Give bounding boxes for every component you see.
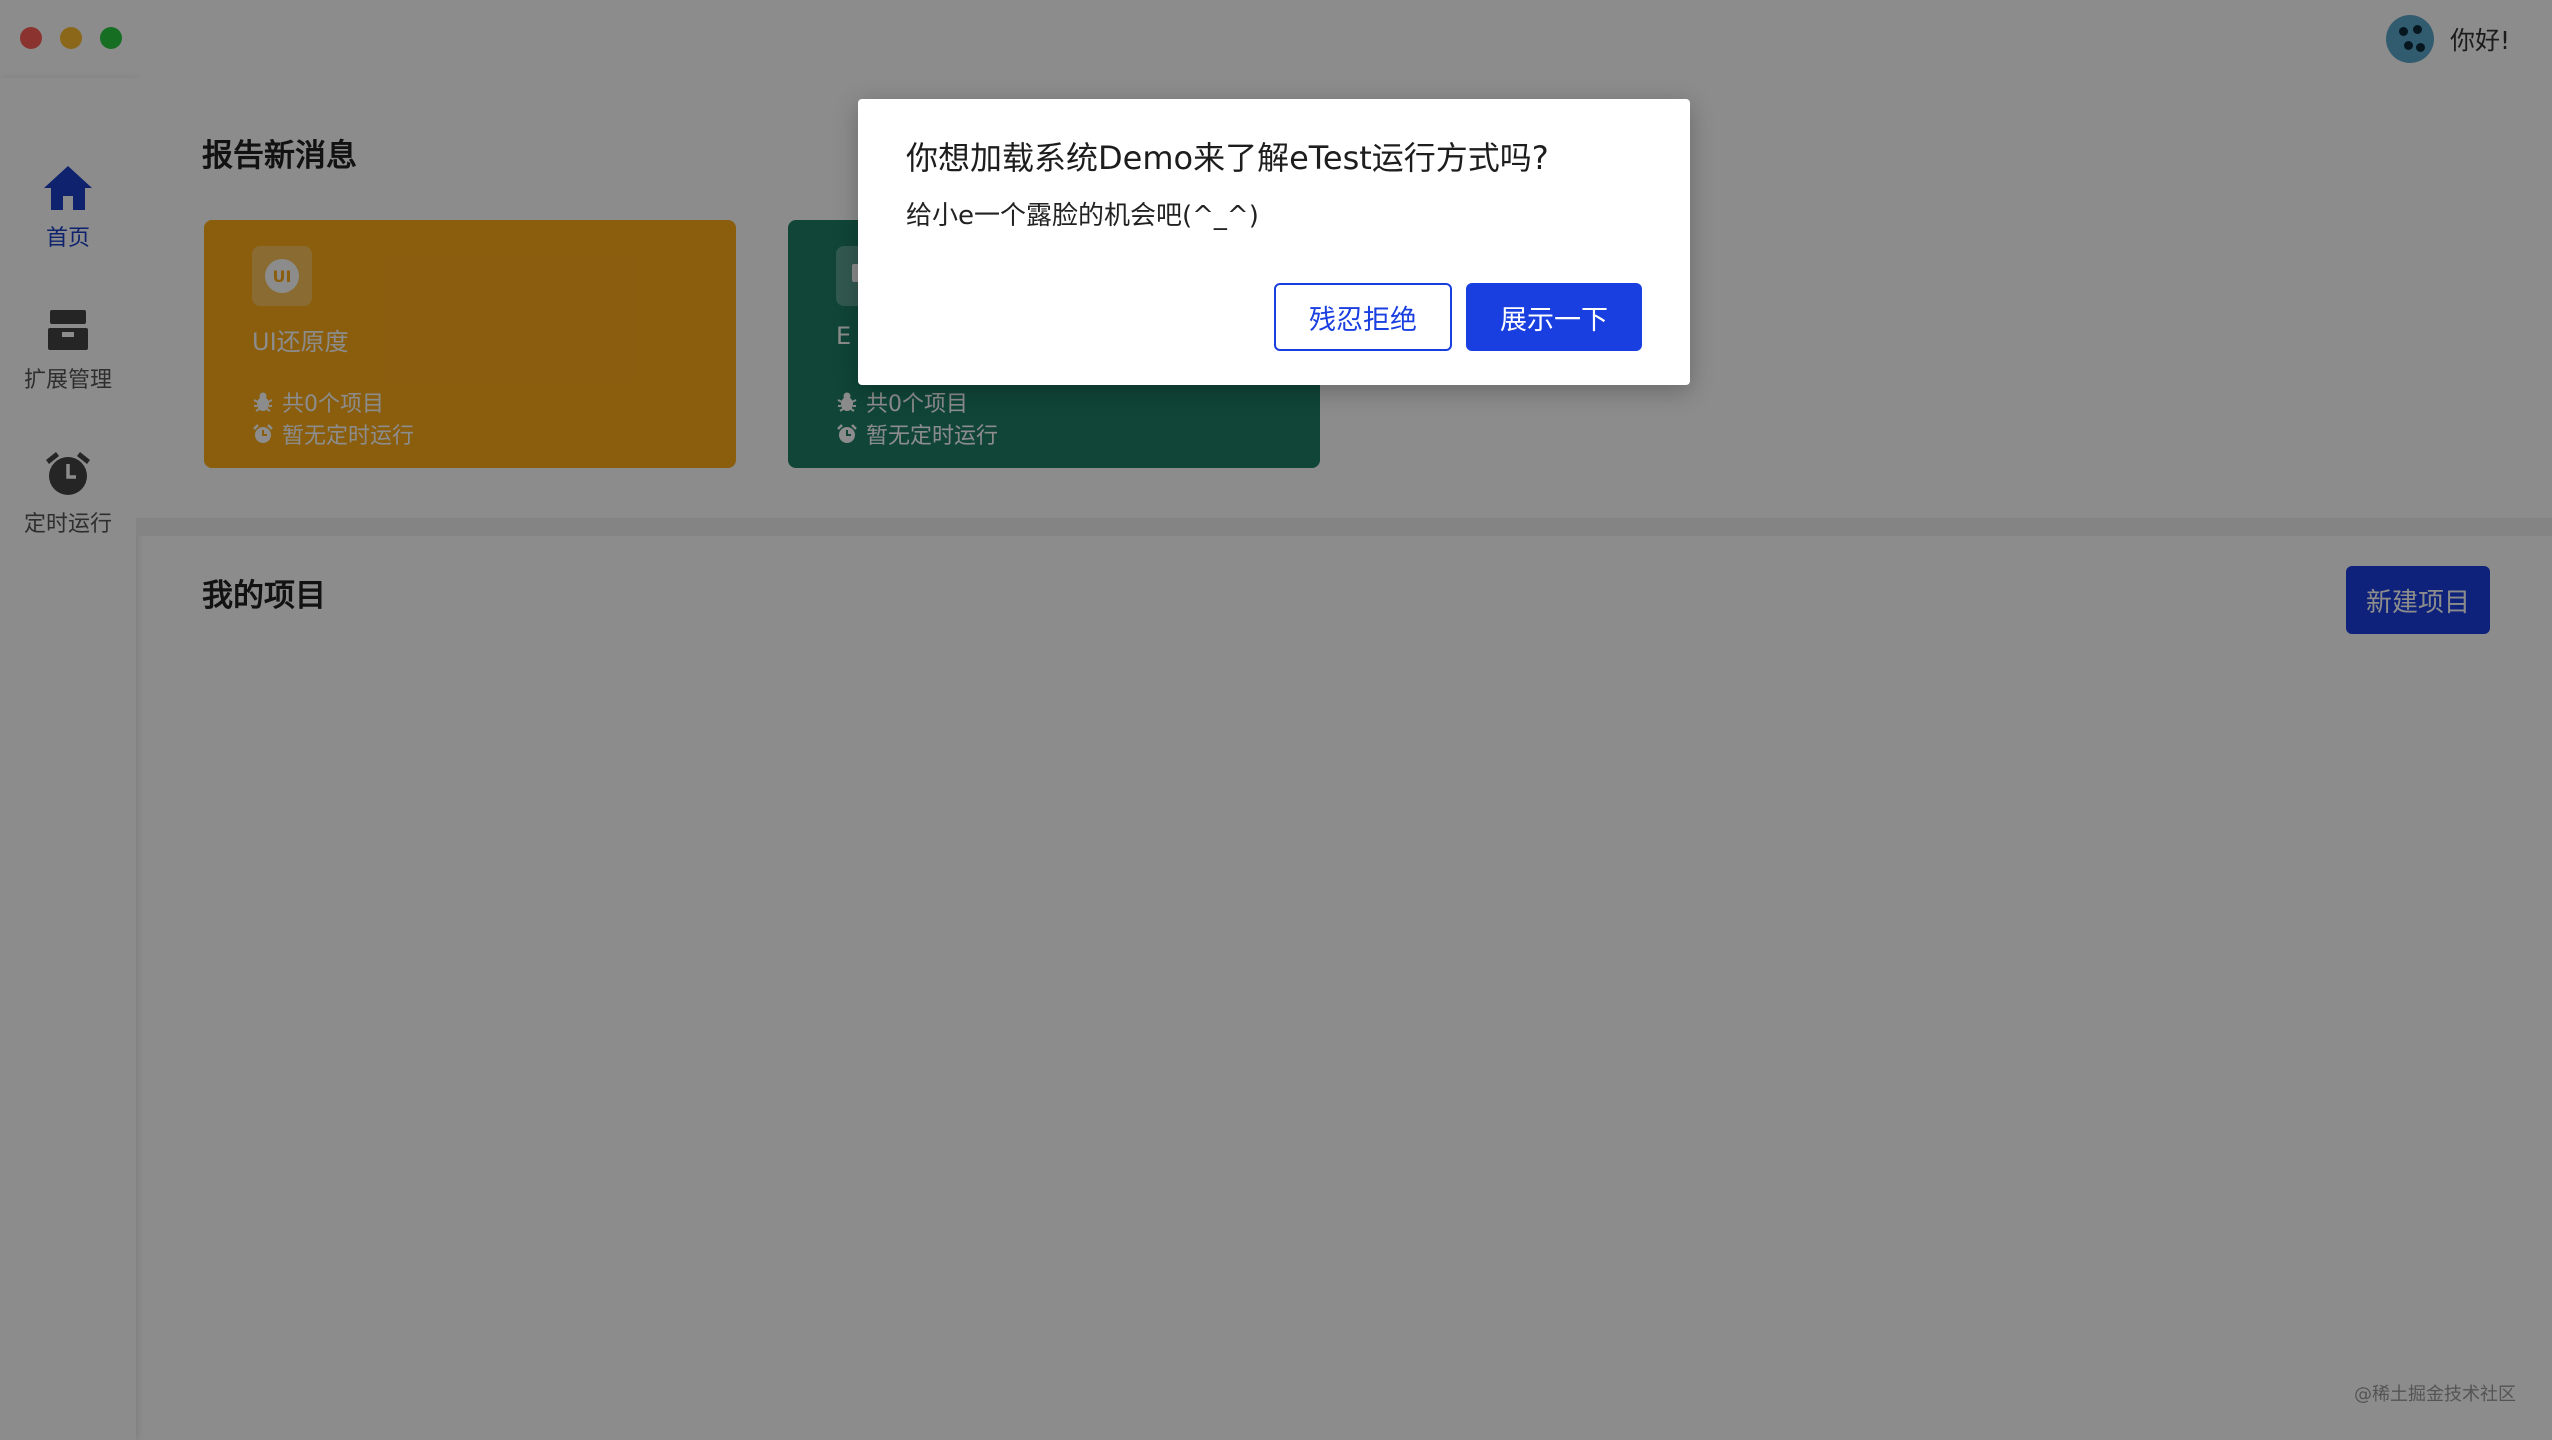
reject-button[interactable]: 残忍拒绝 xyxy=(1274,283,1452,351)
dialog-title: 你想加载系统Demo来了解eTest运行方式吗? xyxy=(906,139,1549,177)
show-demo-button[interactable]: 展示一下 xyxy=(1466,283,1642,351)
dialog-message: 给小e一个露脸的机会吧(^_^) xyxy=(906,201,1259,231)
app-window: 你好! 首页 扩展管理 定时运行 报告新消息 UI UI还原度 共0个项目 暂无… xyxy=(0,0,2552,1440)
demo-dialog: 你想加载系统Demo来了解eTest运行方式吗? 给小e一个露脸的机会吧(^_^… xyxy=(858,99,1690,385)
